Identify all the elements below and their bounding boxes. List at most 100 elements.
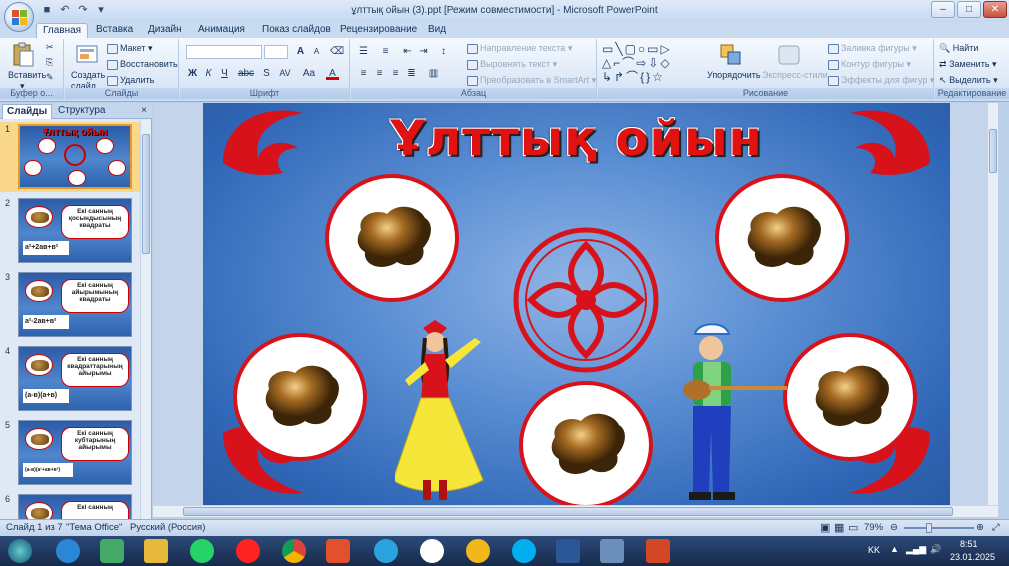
kazakh-girl-icon[interactable] — [395, 320, 505, 505]
tab-slides[interactable]: Слайды — [2, 104, 53, 119]
strikethrough-button[interactable]: abc — [236, 67, 256, 80]
panel-scrollbar[interactable] — [140, 120, 151, 519]
shadow-button[interactable]: S — [260, 67, 273, 80]
tab-outline[interactable]: Структура — [54, 104, 109, 119]
volume-icon[interactable]: 🔊 — [930, 544, 941, 555]
editor-scrollbar-thumb[interactable] — [989, 129, 997, 173]
office-button[interactable] — [4, 2, 34, 32]
yandex-icon[interactable] — [236, 539, 260, 563]
yandex-browser-icon[interactable] — [420, 539, 444, 563]
maximize-button[interactable]: □ — [957, 1, 981, 18]
language-indicator[interactable]: Русский (Россия) — [130, 520, 205, 536]
arrange-icon[interactable] — [718, 42, 744, 68]
thumbnail-slide-1[interactable]: 1 Ұлттық ойын — [0, 122, 140, 192]
quick-styles-button[interactable]: Экспресс-стили — [762, 70, 828, 81]
grow-font-button[interactable]: A — [294, 45, 307, 58]
bold-button[interactable]: Ж — [186, 67, 199, 80]
editor-vertical-scrollbar[interactable] — [987, 103, 998, 505]
video-player-icon[interactable] — [326, 539, 350, 563]
thumbnail-slide-2[interactable]: 2 Екі санның қосындысының квадраты a²+2а… — [0, 196, 140, 266]
font-color-button[interactable]: A — [326, 67, 339, 80]
tray-arrow-icon[interactable]: ▲ — [890, 544, 899, 554]
nugget-circle-top-right[interactable] — [715, 174, 849, 302]
ie-browser-icon[interactable] — [56, 539, 80, 563]
increase-indent-icon[interactable]: ⇥ — [417, 45, 430, 58]
nugget-circle-mid-left[interactable] — [233, 333, 367, 461]
shrink-font-button[interactable]: A — [310, 45, 323, 58]
slide-title[interactable]: Ұлттық ойын — [203, 109, 950, 169]
tab-slideshow[interactable]: Показ слайдов — [256, 23, 337, 38]
smartart-button[interactable]: Преобразовать в SmartArt ▾ — [467, 75, 596, 86]
bullets-icon[interactable]: ☰ — [357, 45, 370, 58]
shape-fill-button[interactable]: Заливка фигуры ▾ — [828, 43, 917, 54]
chrome-icon[interactable] — [282, 539, 306, 563]
normal-view-icon[interactable]: ▣ — [820, 520, 830, 536]
thumbnail-slide-4[interactable]: 4 Екі санның квадраттарының айырымы (а-в… — [0, 344, 140, 414]
shape-outline-button[interactable]: Контур фигуры ▾ — [828, 59, 911, 70]
theme-name[interactable]: "Тема Office" — [66, 520, 122, 536]
layout-button[interactable]: Макет ▾ — [107, 43, 153, 54]
find-button[interactable]: 🔍 Найти — [939, 43, 978, 54]
whatsapp-icon[interactable] — [190, 539, 214, 563]
shape-effects-button[interactable]: Эффекты для фигур ▾ — [828, 75, 934, 86]
new-slide-icon[interactable] — [75, 42, 101, 68]
tab-animation[interactable]: Анимация — [192, 23, 251, 38]
thumbnail-slide-5[interactable]: 5 Екі санның кубтарының айырымы (а-в)(а²… — [0, 418, 140, 488]
slideshow-view-icon[interactable]: ▭ — [848, 520, 858, 536]
fit-window-icon[interactable]: ⤢ — [992, 520, 1000, 536]
align-right-icon[interactable]: ≡ — [389, 67, 402, 80]
kazakh-boy-icon[interactable] — [663, 320, 793, 505]
cut-icon[interactable]: ✂ — [46, 42, 54, 53]
align-center-icon[interactable]: ≡ — [373, 67, 386, 80]
paste-button[interactable]: Вставить — [8, 70, 46, 81]
tab-insert[interactable]: Вставка — [90, 23, 139, 38]
word-icon[interactable] — [556, 539, 580, 563]
zoom-level[interactable]: 79% — [864, 520, 883, 536]
change-case-button[interactable]: Aa — [300, 67, 318, 80]
nugget-circle-top-left[interactable] — [325, 174, 459, 302]
new-slide-label-1[interactable]: Создать — [71, 70, 105, 81]
tab-design[interactable]: Дизайн — [142, 23, 188, 38]
image-viewer-icon[interactable] — [600, 539, 624, 563]
font-size-combobox[interactable] — [264, 45, 288, 59]
underline-button[interactable]: Ч — [218, 67, 231, 80]
numbering-icon[interactable]: ≡ — [379, 45, 392, 58]
tab-home[interactable]: Главная — [36, 23, 89, 39]
sorter-view-icon[interactable]: ▦ — [834, 520, 844, 536]
font-name-combobox[interactable] — [186, 45, 262, 59]
minimize-button[interactable]: – — [931, 1, 955, 18]
start-button-icon[interactable] — [8, 539, 32, 563]
align-text-button[interactable]: Выровнять текст ▾ — [467, 59, 557, 70]
quick-styles-icon[interactable] — [776, 42, 802, 68]
close-button[interactable]: ✕ — [983, 1, 1007, 18]
zoom-in-icon[interactable]: ⊕ — [976, 520, 984, 536]
panel-scrollbar-thumb[interactable] — [142, 134, 150, 254]
replace-button[interactable]: ⇄ Заменить ▾ — [939, 59, 997, 70]
clock-date[interactable]: 23.01.2025 — [950, 552, 995, 562]
copy-icon[interactable]: ⎘ — [46, 57, 53, 68]
signal-icon[interactable]: ▂▄▆ — [906, 544, 926, 555]
arrange-button[interactable]: Упорядочить — [707, 70, 761, 81]
delete-slide-button[interactable]: Удалить — [107, 75, 154, 86]
clear-format-icon[interactable]: ⌫ — [330, 45, 344, 58]
text-direction-button[interactable]: Направление текста ▾ — [467, 43, 572, 54]
file-explorer-icon[interactable] — [144, 539, 168, 563]
line-spacing-icon[interactable]: ↕ — [437, 45, 450, 58]
skype-icon[interactable] — [512, 539, 536, 563]
clock-time[interactable]: 8:51 — [960, 539, 978, 549]
paste-icon[interactable] — [10, 42, 36, 68]
keyboard-language[interactable]: KK — [868, 545, 880, 555]
format-painter-icon[interactable]: ✎ — [46, 72, 54, 83]
close-panel-icon[interactable]: × — [141, 105, 147, 116]
thumbnail-slide-6[interactable]: 6 Екі санның — [0, 492, 140, 519]
slide-canvas[interactable]: Ұлттық ойын — [203, 103, 950, 505]
zoom-slider-handle[interactable] — [926, 523, 932, 533]
decrease-indent-icon[interactable]: ⇤ — [401, 45, 414, 58]
columns-icon[interactable]: ▥ — [427, 67, 440, 80]
zoom-out-icon[interactable]: ⊖ — [890, 520, 898, 536]
zoom-slider[interactable] — [904, 527, 974, 529]
italic-button[interactable]: К — [202, 67, 215, 80]
align-left-icon[interactable]: ≡ — [357, 67, 370, 80]
media-player-icon[interactable] — [100, 539, 124, 563]
thumbnail-slide-3[interactable]: 3 Екі санның айырымының квадраты a²-2ав+… — [0, 270, 140, 340]
